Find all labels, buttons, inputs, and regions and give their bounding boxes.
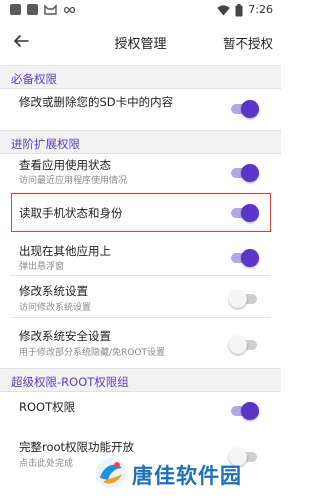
section-header-required: 必备权限 xyxy=(0,65,281,89)
permission-title: 查看应用使用状态 xyxy=(19,158,111,172)
status-right-icons: 7:26 xyxy=(217,3,273,17)
permission-subtitle: 访问最近应用程序使用情况 xyxy=(19,176,128,186)
notification-icon xyxy=(27,4,38,15)
watermark: 唐佳软件园 xyxy=(92,452,281,500)
permission-title: 修改或删除您的SD卡中的内容 xyxy=(19,95,174,109)
watermark-text: 唐佳软件园 xyxy=(132,464,242,488)
wifi-icon xyxy=(217,4,230,15)
status-bar: 7:26 xyxy=(0,0,281,22)
permission-row-usage-stats[interactable]: 查看应用使用状态 访问最近应用程序使用情况 xyxy=(0,154,281,193)
permission-title: 出现在其他应用上 xyxy=(19,244,111,258)
cat-face-icon xyxy=(44,4,57,15)
permission-toggle-overlay[interactable] xyxy=(229,249,259,267)
permission-toggle-sd-card[interactable] xyxy=(229,100,259,118)
section-label: 必备权限 xyxy=(11,72,57,86)
watermark-logo xyxy=(96,458,126,488)
permission-row-system-settings[interactable]: 修改系统设置 访问修改系统设置 xyxy=(0,276,281,318)
permission-toggle-root[interactable] xyxy=(229,402,259,420)
permission-title: 修改系统安全设置 xyxy=(19,329,111,343)
permission-toggle-system-settings[interactable] xyxy=(229,290,259,308)
section-header-root: 超级权限-ROOT权限组 xyxy=(0,368,281,392)
permission-row-overlay[interactable]: 出现在其他应用上 弹出悬浮窗 xyxy=(0,238,281,276)
skip-authorization-button[interactable]: 暂不授权 xyxy=(223,33,273,52)
battery-icon xyxy=(235,3,243,16)
permission-row-root[interactable]: ROOT权限 xyxy=(0,392,281,432)
section-header-advanced: 进阶扩展权限 xyxy=(0,130,281,154)
permission-row-secure-settings[interactable]: 修改系统安全设置 用于修改部分系统隐藏/免ROOT设置 xyxy=(0,318,281,365)
permission-title: ROOT权限 xyxy=(19,400,76,414)
status-left-icons xyxy=(10,4,76,15)
permission-subtitle: 点击此处完成 xyxy=(19,459,74,469)
permission-title: 修改系统设置 xyxy=(19,284,88,298)
permission-toggle-secure-settings[interactable] xyxy=(229,336,259,354)
toolbar: 授权管理 暂不授权 xyxy=(0,22,281,62)
permission-subtitle: 访问修改系统设置 xyxy=(19,303,92,313)
permission-toggle-usage-stats[interactable] xyxy=(229,164,259,182)
notification-icon xyxy=(10,4,21,15)
section-label: 超级权限-ROOT权限组 xyxy=(11,375,129,389)
permission-row-sd-card[interactable]: 修改或删除您的SD卡中的内容 xyxy=(0,89,281,130)
permission-subtitle: 用于修改部分系统隐藏/免ROOT设置 xyxy=(19,348,165,358)
infinity-icon xyxy=(63,6,76,13)
section-label: 进阶扩展权限 xyxy=(11,137,80,151)
highlight-box xyxy=(11,193,271,232)
status-time: 7:26 xyxy=(248,3,273,16)
permission-subtitle: 弹出悬浮窗 xyxy=(19,262,65,272)
